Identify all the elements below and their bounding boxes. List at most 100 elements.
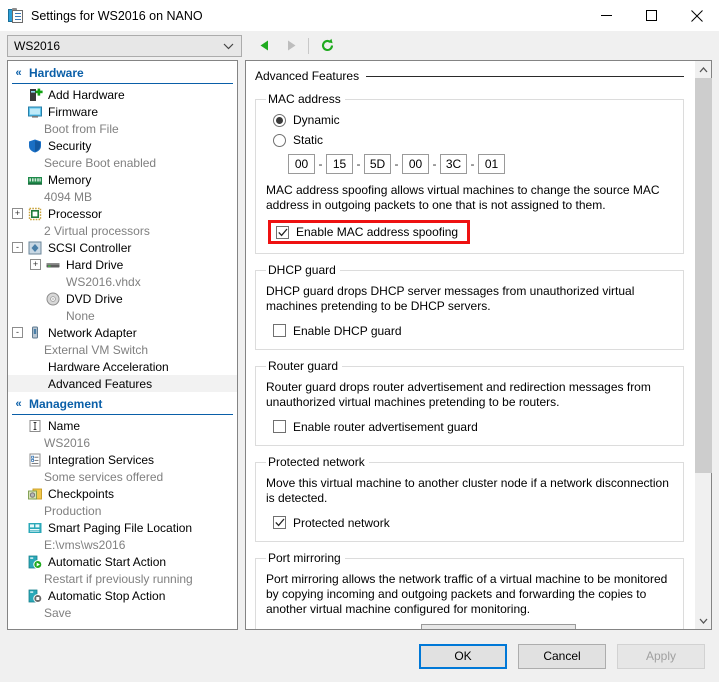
scrollbar-thumb[interactable]	[694, 78, 712, 474]
expander-plus-icon[interactable]: +	[12, 208, 23, 219]
sidebar-item-memory[interactable]: Memory	[8, 171, 237, 188]
close-button[interactable]	[674, 0, 719, 31]
sidebar-item-add-hardware[interactable]: Add Hardware	[8, 86, 237, 103]
dhcp-guard-legend: DHCP guard	[268, 263, 336, 277]
auto-start-icon	[27, 554, 43, 570]
window-title: Settings for WS2016 on NANO	[31, 8, 203, 23]
mac-spoofing-label: Enable MAC address spoofing	[296, 225, 459, 239]
mac-dynamic-label: Dynamic	[293, 113, 340, 127]
refresh-icon[interactable]	[316, 35, 338, 57]
toolbar-divider	[308, 37, 309, 54]
sidebar-item-network-adapter[interactable]: - Network Adapter	[8, 324, 237, 341]
sidebar-item-checkpoints[interactable]: Checkpoints	[8, 485, 237, 502]
router-guard-label: Enable router advertisement guard	[293, 419, 478, 434]
back-arrow-icon[interactable]	[254, 35, 276, 57]
sidebar-item-name[interactable]: Name	[8, 417, 237, 434]
checkbox-protected-network[interactable]	[273, 516, 286, 529]
sidebar-item-advanced-features[interactable]: Advanced Features	[8, 375, 237, 392]
toolbar: WS2016	[0, 31, 719, 60]
cancel-button[interactable]: Cancel	[518, 643, 606, 669]
maximize-button[interactable]	[629, 0, 674, 31]
mac-separator: -	[432, 157, 437, 171]
mac-spoofing-description: MAC address spoofing allows virtual mach…	[266, 183, 660, 212]
router-guard-legend: Router guard	[268, 359, 339, 373]
sidebar-item-sublabel: External VM Switch	[44, 342, 149, 357]
sidebar-item-sublabel: Save	[44, 605, 72, 620]
tree-group-hardware[interactable]: « Hardware	[8, 63, 237, 82]
checkpoints-icon	[27, 486, 43, 502]
radio-static[interactable]	[273, 133, 286, 147]
collapse-chevron-icon[interactable]: «	[12, 398, 25, 410]
expander-minus-icon[interactable]: -	[12, 327, 23, 338]
expander-minus-icon[interactable]: -	[12, 242, 23, 253]
protected-network-label: Protected network	[293, 515, 390, 530]
expander-plus-icon[interactable]: +	[30, 259, 41, 270]
checkbox-enable-mac-spoofing[interactable]	[276, 225, 289, 239]
tree-group-divider	[12, 414, 233, 415]
sidebar-item-sublabel: Production	[44, 503, 102, 518]
scroll-up-icon[interactable]	[695, 61, 712, 78]
sidebar-item-automatic-start-action[interactable]: Automatic Start Action	[8, 553, 237, 570]
sidebar-item-dvd-drive[interactable]: DVD Drive	[8, 290, 237, 307]
sidebar-item-smart-paging-file-location[interactable]: Smart Paging File Location	[8, 519, 237, 536]
checkbox-enable-router-guard[interactable]	[273, 420, 286, 433]
sidebar-item-label: Add Hardware	[48, 87, 125, 102]
sidebar-item-sublabel: 2 Virtual processors	[44, 223, 150, 238]
sidebar-item-integration-services[interactable]: Integration Services	[8, 451, 237, 468]
mac-dynamic-radio-row[interactable]: Dynamic	[273, 110, 673, 130]
mirroring-mode-dropdown[interactable]: None	[421, 624, 576, 629]
settings-tree[interactable]: « Hardware Add Hardware Firmware Boot fr…	[7, 60, 238, 630]
router-guard-row[interactable]: Enable router advertisement guard	[273, 417, 673, 436]
checkbox-enable-dhcp-guard[interactable]	[273, 324, 286, 337]
collapse-chevron-icon[interactable]: «	[12, 67, 25, 79]
mac-separator: -	[318, 157, 323, 171]
vm-selector-dropdown[interactable]: WS2016	[7, 34, 242, 57]
mac-octet-input-4[interactable]: 00	[402, 154, 429, 174]
protected-network-description: Move this virtual machine to another clu…	[266, 476, 669, 505]
mac-octet-input-3[interactable]: 5D	[364, 154, 391, 174]
mac-octet-input-5[interactable]: 3C	[440, 154, 467, 174]
sidebar-item-sublabel: Boot from File	[44, 121, 119, 136]
sidebar-item-label: Smart Paging File Location	[48, 520, 193, 535]
sidebar-item-label: Advanced Features	[48, 376, 153, 391]
mirroring-mode-label: Mirroring mode:	[266, 628, 421, 630]
mac-static-radio-row[interactable]: Static	[273, 130, 673, 150]
sidebar-item-label: Security	[48, 138, 92, 153]
settings-panel: Advanced Features MAC address Dynamic St…	[245, 60, 712, 630]
settings-dialog: Settings for WS2016 on NANO WS2016 « Har…	[0, 0, 719, 682]
page-title: Advanced Features	[255, 69, 360, 83]
ok-button[interactable]: OK	[419, 643, 507, 669]
auto-stop-icon	[27, 588, 43, 604]
mac-octet-input-1[interactable]: 00	[288, 154, 315, 174]
apply-button: Apply	[617, 643, 705, 669]
sidebar-item-label: Checkpoints	[48, 486, 115, 501]
radio-dynamic[interactable]	[273, 113, 286, 127]
dhcp-guard-row[interactable]: Enable DHCP guard	[273, 321, 673, 340]
dhcp-guard-group: DHCP guard DHCP guard drops DHCP server …	[255, 263, 684, 350]
sidebar-item-firmware[interactable]: Firmware	[8, 103, 237, 120]
sidebar-item-label: Automatic Stop Action	[48, 588, 166, 603]
mac-octet-input-2[interactable]: 15	[326, 154, 353, 174]
minimize-button[interactable]	[584, 0, 629, 31]
scroll-down-icon[interactable]	[695, 612, 712, 629]
panel-scrollbar[interactable]	[694, 61, 712, 629]
mac-address-group: MAC address Dynamic Static 00 - 15 - 5D …	[255, 92, 684, 254]
sidebar-item-label: Hard Drive	[66, 257, 124, 272]
sidebar-item-processor[interactable]: + Processor	[8, 205, 237, 222]
tree-group-hardware-label: Hardware	[29, 65, 84, 80]
sidebar-item-scsi-controller[interactable]: - SCSI Controller	[8, 239, 237, 256]
sidebar-item-automatic-stop-action[interactable]: Automatic Stop Action	[8, 587, 237, 604]
protected-network-group: Protected network Move this virtual mach…	[255, 455, 684, 542]
integration-services-icon	[27, 452, 43, 468]
sidebar-item-hardware-acceleration[interactable]: Hardware Acceleration	[8, 358, 237, 375]
mac-octet-input-6[interactable]: 01	[478, 154, 505, 174]
sidebar-item-label: Processor	[48, 206, 103, 221]
network-adapter-icon	[27, 325, 43, 341]
sidebar-item-security[interactable]: Security	[8, 137, 237, 154]
tree-group-management[interactable]: « Management	[8, 394, 237, 413]
protected-network-row[interactable]: Protected network	[273, 513, 673, 532]
scrollbar-track[interactable]	[694, 78, 712, 612]
sidebar-item-hard-drive[interactable]: + Hard Drive	[8, 256, 237, 273]
settings-icon	[8, 7, 24, 24]
sidebar-item-sublabel: None	[66, 308, 95, 323]
